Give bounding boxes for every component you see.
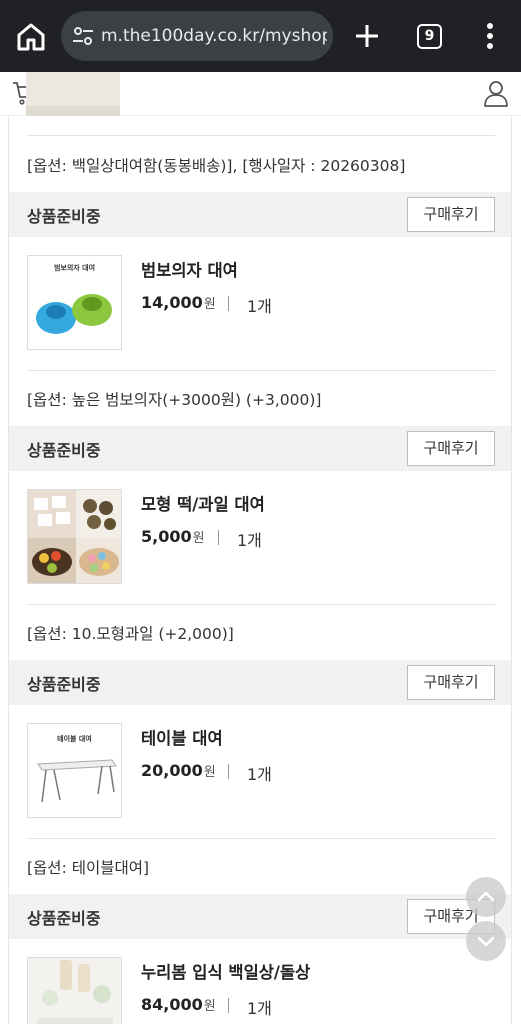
product-thumbnail-partial bbox=[26, 72, 120, 116]
divider bbox=[218, 530, 219, 545]
product-price: 84,000원 bbox=[141, 995, 216, 1014]
home-icon[interactable] bbox=[14, 20, 48, 54]
order-status-bar: 상품준비중 구매후기 bbox=[9, 660, 511, 705]
divider bbox=[27, 370, 495, 371]
folding-table-image bbox=[37, 759, 117, 803]
review-button[interactable]: 구매후기 bbox=[407, 665, 495, 700]
order-option: [옵션: 백일상대여함(동봉배송)], [행사일자 : 20260308] bbox=[27, 157, 406, 175]
thumbnail-caption: 테이블 대여 bbox=[57, 735, 92, 743]
divider bbox=[27, 604, 495, 605]
chevron-down-icon bbox=[477, 936, 495, 947]
order-status-bar: 상품준비중 구매후기 bbox=[9, 426, 511, 471]
product-quantity: 1개 bbox=[247, 999, 272, 1018]
order-status: 상품준비중 bbox=[27, 675, 101, 694]
bumbo-seat-image bbox=[36, 294, 112, 334]
product-price: 14,000원 bbox=[141, 293, 216, 312]
order-item: 테이블 대여 테이블 대여 20,000원 1개 bbox=[9, 705, 511, 838]
order-item: 모형 떡/과일 대여 5,000원 1개 bbox=[9, 471, 511, 604]
review-button[interactable]: 구매후기 bbox=[407, 431, 495, 466]
order-option: [옵션: 10.모형과일 (+2,000)] bbox=[27, 625, 234, 643]
divider bbox=[228, 296, 229, 311]
order-option: [옵션: 높은 범보의자(+3000원) (+3,000)] bbox=[27, 391, 322, 409]
order-status-bar: 상품준비중 구매후기 bbox=[9, 192, 511, 237]
order-option: [옵션: 테이블대여] bbox=[27, 859, 150, 877]
product-quantity: 1개 bbox=[247, 297, 272, 316]
product-name[interactable]: 범보의자 대여 bbox=[141, 257, 238, 281]
browser-toolbar: m.the100day.co.kr/myshop/or 9 bbox=[0, 0, 521, 72]
product-thumbnail[interactable] bbox=[27, 489, 122, 584]
order-item: 누리봄 입식 백일상/돌상 84,000원 1개 bbox=[9, 939, 511, 1024]
divider bbox=[228, 764, 229, 779]
baby-table-set-image bbox=[28, 958, 121, 1024]
order-item: 범보의자 대여 범보의자 대여 14,000원 1개 bbox=[9, 237, 511, 370]
divider bbox=[27, 838, 495, 839]
product-thumbnail[interactable]: 범보의자 대여 bbox=[27, 255, 122, 350]
divider bbox=[27, 135, 495, 136]
site-settings-icon[interactable] bbox=[71, 24, 95, 48]
more-vert-icon[interactable] bbox=[480, 20, 500, 52]
scroll-top-button[interactable] bbox=[466, 877, 506, 917]
product-price: 5,000원 bbox=[141, 527, 205, 546]
order-status: 상품준비중 bbox=[27, 441, 101, 460]
product-name[interactable]: 모형 떡/과일 대여 bbox=[141, 491, 265, 515]
order-list: [옵션: 백일상대여함(동봉배송)], [행사일자 : 20260308] 상품… bbox=[8, 116, 512, 1024]
thumbnail-caption: 범보의자 대여 bbox=[53, 264, 96, 272]
plus-icon[interactable] bbox=[352, 21, 382, 51]
product-quantity: 1개 bbox=[237, 531, 262, 550]
divider bbox=[228, 998, 229, 1013]
review-button[interactable]: 구매후기 bbox=[407, 197, 495, 232]
order-status: 상품준비중 bbox=[27, 207, 101, 226]
rice-cake-fruit-image bbox=[28, 490, 121, 583]
product-quantity: 1개 bbox=[247, 765, 272, 784]
scroll-bottom-button[interactable] bbox=[466, 921, 506, 961]
product-name[interactable]: 테이블 대여 bbox=[141, 725, 223, 749]
product-price: 20,000원 bbox=[141, 761, 216, 780]
address-bar[interactable]: m.the100day.co.kr/myshop/or bbox=[61, 11, 333, 61]
chevron-up-icon bbox=[477, 891, 495, 902]
url-text: m.the100day.co.kr/myshop/or bbox=[101, 26, 327, 46]
order-status-bar: 상품준비중 구매후기 bbox=[9, 894, 511, 939]
product-thumbnail[interactable]: 테이블 대여 bbox=[27, 723, 122, 818]
tab-switcher-icon[interactable]: 9 bbox=[417, 24, 442, 49]
order-status: 상품준비중 bbox=[27, 909, 101, 928]
product-thumbnail[interactable] bbox=[27, 957, 122, 1024]
product-name[interactable]: 누리봄 입식 백일상/돌상 bbox=[141, 959, 310, 983]
user-icon[interactable] bbox=[482, 79, 510, 107]
